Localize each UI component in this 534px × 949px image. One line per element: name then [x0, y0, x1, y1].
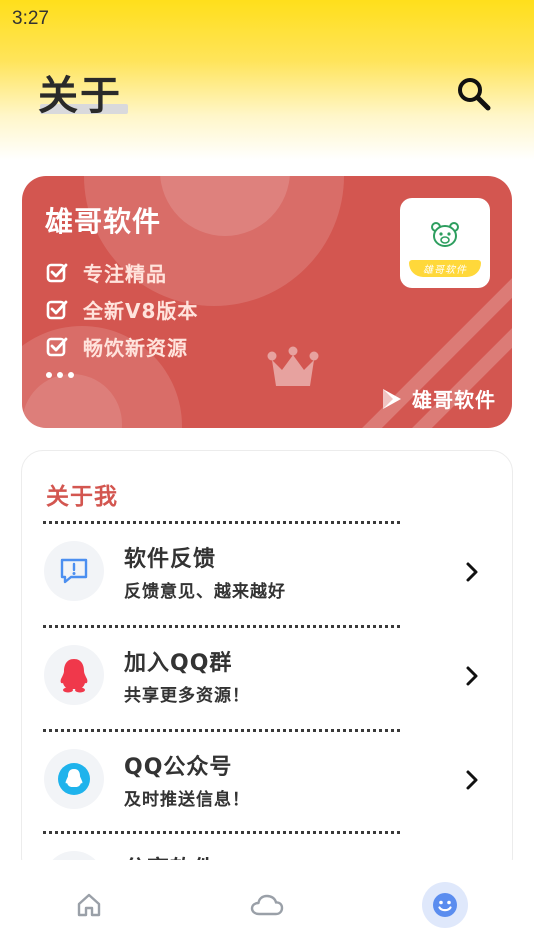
menu-item-subtitle: 共享更多资源！ — [124, 686, 250, 706]
store-badge-label: 雄哥软件 — [412, 388, 496, 412]
menu-item-qq-official-account[interactable]: QQ公众号 及时推送信息！ — [22, 733, 512, 833]
page-title: 关于 — [38, 73, 122, 119]
cloud-icon — [250, 894, 284, 916]
feature-label: 畅饮新资源 — [83, 336, 188, 360]
menu-item-subtitle: 及时推送信息！ — [124, 790, 250, 810]
bear-logo-icon — [431, 222, 459, 247]
menu-item-subtitle: 反馈意见、越来越好 — [124, 582, 286, 602]
feature-item: 专注精品 — [46, 254, 198, 291]
search-button[interactable] — [454, 74, 494, 114]
page-title-block: 关于 — [38, 70, 128, 122]
feature-label: 全新V8版本 — [83, 299, 199, 323]
status-bar-time: 3:27 — [12, 8, 49, 29]
search-icon — [458, 78, 491, 111]
chevron-right-icon — [466, 770, 478, 790]
qq-penguin-icon — [44, 645, 104, 705]
chevron-right-icon — [466, 562, 478, 582]
menu-item-title: 软件反馈 — [124, 547, 217, 572]
feature-item: 畅饮新资源 — [46, 328, 198, 365]
logo-banner-text: 雄哥软件 — [409, 260, 481, 277]
app-logo: 雄哥软件 — [400, 198, 490, 288]
feature-label: 专注精品 — [83, 262, 167, 286]
about-panel: 关于我 软件反馈 反馈意见、越来越好 加入QQ群 共享更多资源！ QQ公众号 及… — [21, 450, 513, 880]
dotted-divider — [43, 625, 400, 628]
store-badge[interactable]: 雄哥软件 — [380, 384, 496, 413]
qq-official-account-icon — [44, 749, 104, 809]
dotted-divider — [43, 521, 400, 524]
menu-item-feedback[interactable]: 软件反馈 反馈意见、越来越好 — [22, 525, 512, 625]
menu-item-title: QQ公众号 — [124, 755, 233, 780]
dotted-divider — [43, 729, 400, 732]
smiley-face-icon — [433, 893, 457, 917]
bottom-navigation — [0, 860, 534, 949]
nav-home[interactable] — [66, 882, 112, 928]
app-name: 雄哥软件 — [45, 205, 162, 238]
app-info-card: 雄哥软件 专注精品 全新V8版本 畅饮新资源 雄哥软件 雄哥软件 — [22, 176, 512, 428]
crown-icon — [267, 346, 319, 386]
checkbox-icon — [46, 300, 68, 319]
feature-list: 专注精品 全新V8版本 畅饮新资源 — [46, 254, 198, 365]
checkbox-icon — [46, 337, 68, 356]
menu-item-title: 加入QQ群 — [124, 651, 233, 676]
feature-item: 全新V8版本 — [46, 291, 198, 328]
feedback-chat-icon — [44, 541, 104, 601]
dotted-divider — [43, 831, 400, 834]
chevron-right-icon — [466, 666, 478, 686]
play-store-icon — [383, 388, 401, 409]
nav-me[interactable] — [422, 882, 468, 928]
home-icon — [77, 893, 101, 917]
nav-cloud[interactable] — [244, 882, 290, 928]
checkbox-icon — [46, 263, 68, 282]
more-dots-icon — [46, 372, 74, 378]
menu-item-join-qq-group[interactable]: 加入QQ群 共享更多资源！ — [22, 629, 512, 729]
about-heading: 关于我 — [46, 484, 118, 510]
